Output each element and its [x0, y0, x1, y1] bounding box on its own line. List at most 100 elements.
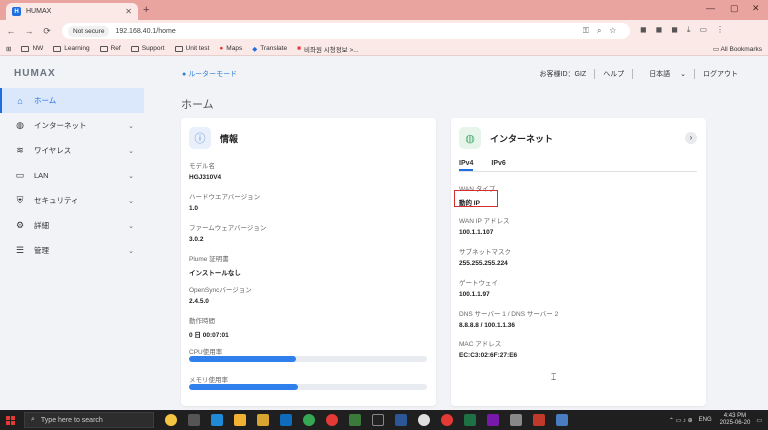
- sidebar-item-management[interactable]: ☰ 管理 ⌄: [0, 238, 144, 263]
- record-icon[interactable]: [441, 414, 453, 426]
- field-plume-certificate: Plume 証明書 インストールなし: [189, 253, 241, 277]
- bookmark-support[interactable]: Support: [130, 45, 165, 52]
- chevron-down-icon: ⌄: [128, 197, 134, 205]
- outlook-icon[interactable]: [280, 414, 292, 426]
- word-icon[interactable]: [395, 414, 407, 426]
- field-hardware-version: ハードウエアバージョン 1.0: [189, 191, 260, 212]
- chevron-down-icon: ⌄: [128, 147, 134, 155]
- field-value: EC:C3:02:6F:27:E6: [459, 352, 518, 359]
- chrome-icon[interactable]: [326, 414, 338, 426]
- bookmark-translate[interactable]: ◆ Translate: [252, 45, 287, 53]
- sidebar-item-home[interactable]: ⌂ ホーム: [0, 88, 144, 113]
- chevron-down-icon: ⌄: [128, 172, 134, 180]
- router-mode-link[interactable]: ● ルーターモード: [182, 69, 237, 79]
- app-icon[interactable]: [303, 414, 315, 426]
- sidebar-item-wireless[interactable]: ≋ ワイヤレス ⌄: [0, 138, 144, 163]
- url-text[interactable]: 192.168.40.1/home: [115, 28, 175, 35]
- maximize-icon[interactable]: ▢: [730, 3, 739, 14]
- bookmark-learning[interactable]: Learning: [53, 45, 90, 52]
- language-indicator[interactable]: ENG: [699, 417, 712, 423]
- file-explorer-icon[interactable]: [234, 414, 246, 426]
- close-tab-icon[interactable]: ✕: [125, 7, 132, 16]
- field-value: 0 日 00:07:01: [189, 332, 229, 339]
- folder-icon: [174, 45, 183, 52]
- sidebar-item-security[interactable]: ⛨ セキュリティ ⌄: [0, 188, 144, 213]
- bookmark-unit-test[interactable]: Unit test: [174, 45, 209, 52]
- field-value: インストールなし: [189, 270, 241, 277]
- apps-icon[interactable]: ⊞: [6, 45, 11, 53]
- sidebar-item-internet[interactable]: ◍ インターネット ⌄: [0, 113, 144, 138]
- page-title: ホーム: [181, 99, 214, 111]
- logout-link[interactable]: ログアウト: [694, 69, 746, 79]
- edge-icon[interactable]: [211, 414, 223, 426]
- sidebar: ⌂ ホーム ◍ インターネット ⌄ ≋ ワイヤレス ⌄ ▭ LAN ⌄ ⛨ セキ…: [0, 88, 144, 406]
- bookmark-nw[interactable]: NW: [21, 45, 43, 52]
- onenote-icon[interactable]: [487, 414, 499, 426]
- field-label: Plume 証明書: [189, 256, 229, 263]
- home-icon: ⌂: [17, 95, 23, 106]
- field-value: HGJ310V4: [189, 174, 222, 181]
- windows-taskbar: ⌕ Type here to search ⌃ ▭ ♪ ⊕ ENG 4:43 P…: [0, 410, 768, 430]
- chevron-right-icon[interactable]: ›: [685, 132, 697, 144]
- field-firmware-version: ファームウェアバージョン 3.0.2: [189, 222, 266, 243]
- tab-ipv4[interactable]: IPv4: [459, 160, 474, 171]
- sidebar-item-advanced[interactable]: ⚙ 詳細 ⌄: [0, 213, 144, 238]
- shield-icon: ⛨: [16, 195, 24, 205]
- excel-icon[interactable]: [464, 414, 476, 426]
- tray-icons[interactable]: ⌃ ▭ ♪ ⊕: [669, 417, 693, 424]
- browser-tab-bar: H HUMAX ✕ + — ▢ ✕: [0, 0, 768, 20]
- app-icon[interactable]: [418, 414, 430, 426]
- field-subnet-mask: サブネットマスク 255.255.255.224: [459, 246, 511, 267]
- gear-icon: ⚙: [15, 220, 25, 230]
- taskbar-search[interactable]: ⌕ Type here to search: [24, 412, 154, 428]
- notification-icon[interactable]: ▭: [756, 417, 762, 424]
- sidebar-item-label: LAN: [34, 171, 49, 180]
- humax-logo: HUMAX: [14, 68, 56, 79]
- not-secure-badge[interactable]: Not secure: [68, 25, 110, 37]
- new-tab-icon[interactable]: +: [143, 4, 149, 16]
- minimize-icon[interactable]: —: [706, 3, 715, 13]
- mouse-cursor-icon: ⌶: [551, 372, 557, 382]
- bookmark-maps[interactable]: ● Maps: [219, 45, 242, 52]
- app-icon[interactable]: [533, 414, 545, 426]
- field-value: 255.255.255.224: [459, 260, 508, 267]
- cpu-usage-label: CPU使用率: [189, 349, 223, 356]
- omnibox-icons[interactable]: ⚿⌕☆: [583, 26, 624, 36]
- folder-icon: [99, 45, 108, 52]
- bookmark-korean[interactable]: ■ 비좌원 시청정보 >...: [297, 44, 359, 54]
- sidebar-item-label: ワイヤレス: [34, 146, 72, 155]
- all-bookmarks[interactable]: ▭ All Bookmarks: [713, 45, 762, 53]
- close-window-icon[interactable]: ✕: [752, 3, 760, 14]
- forward-icon[interactable]: →: [22, 26, 36, 36]
- windows-logo-icon: [5, 415, 15, 425]
- translate-icon: ◆: [252, 45, 258, 53]
- browser-tab[interactable]: H HUMAX ✕: [6, 3, 138, 20]
- back-icon[interactable]: ←: [4, 26, 18, 36]
- app-icon[interactable]: [349, 414, 361, 426]
- field-label: モデル名: [189, 163, 215, 170]
- start-button[interactable]: [0, 410, 20, 430]
- terminal-icon[interactable]: [372, 414, 384, 426]
- monitor-icon: ▭: [15, 170, 25, 180]
- bookmark-ref[interactable]: Ref: [99, 45, 121, 52]
- internet-card-title: インターネット: [490, 133, 554, 144]
- clock[interactable]: 4:43 PM 2025-06-20: [720, 413, 751, 427]
- address-bar[interactable]: Not secure 192.168.40.1/home ⚿⌕☆: [62, 23, 630, 39]
- system-tray: ⌃ ▭ ♪ ⊕ ENG 4:43 PM 2025-06-20 ▭: [669, 413, 762, 427]
- wifi-icon: ≋: [16, 145, 24, 155]
- app-icon[interactable]: [556, 414, 568, 426]
- tab-ipv6[interactable]: IPv6: [491, 160, 505, 171]
- cortana-icon[interactable]: [165, 414, 177, 426]
- app-icon[interactable]: [257, 414, 269, 426]
- language-select[interactable]: 日本語 ⌄: [632, 69, 694, 79]
- task-view-icon[interactable]: [188, 414, 200, 426]
- search-icon: ⌕: [31, 416, 35, 423]
- field-mac-address: MAC アドレス EC:C3:02:6F:27:E6: [459, 338, 517, 359]
- reload-icon[interactable]: ⟳: [40, 26, 54, 37]
- sidebar-item-lan[interactable]: ▭ LAN ⌄: [0, 163, 144, 188]
- extension-icons[interactable]: ◼◼◼⤓▭⋮: [640, 25, 733, 35]
- help-link[interactable]: ヘルプ: [594, 69, 632, 79]
- field-opensync-version: OpenSyncバージョン 2.4.5.0: [189, 284, 252, 305]
- chevron-down-icon: ⌄: [128, 122, 134, 130]
- gear-icon[interactable]: [510, 414, 522, 426]
